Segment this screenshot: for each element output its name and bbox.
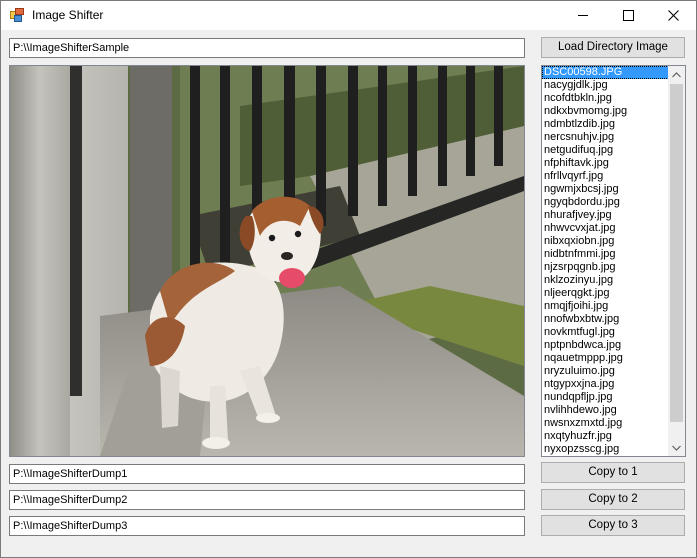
file-list-item[interactable]: ntgypxxjna.jpg	[542, 378, 669, 391]
file-list-item[interactable]: nhwvcvxjat.jpg	[542, 222, 669, 235]
file-list-item[interactable]: novkmtfugl.jpg	[542, 326, 669, 339]
minimize-icon	[578, 15, 588, 16]
app-icon	[10, 8, 24, 22]
file-list-item[interactable]: nnofwbxbtw.jpg	[542, 313, 669, 326]
close-button[interactable]	[651, 1, 696, 30]
file-list: DSC00598.JPG nacygjdlk.jpg ncofdtbkln.jpg n…	[542, 66, 669, 456]
file-list-item[interactable]: nvlihhdewo.jpg	[542, 404, 669, 417]
file-list-item[interactable]: nfrllvqyrf.jpg	[542, 170, 669, 183]
file-list-item[interactable]: nklzozinyu.jpg	[542, 274, 669, 287]
file-listbox[interactable]: DSC00598.JPG nacygjdlk.jpg ncofdtbkln.jpg n…	[541, 65, 686, 457]
file-list-item[interactable]: nljeerqgkt.jpg	[542, 287, 669, 300]
scrollbar-thumb[interactable]	[670, 84, 683, 422]
vertical-scrollbar[interactable]	[668, 66, 685, 456]
file-list-item[interactable]: nfphiftavk.jpg	[542, 157, 669, 170]
scroll-down-button[interactable]	[668, 439, 685, 456]
copy-to-1-button[interactable]: Copy to 1	[541, 462, 685, 483]
file-list-item[interactable]: nercsnuhjv.jpg	[542, 131, 669, 144]
maximize-icon	[623, 10, 634, 21]
file-list-item[interactable]: nibxqxiobn.jpg	[542, 235, 669, 248]
image-preview	[9, 65, 525, 457]
app-window: Image Shifter P:\\ImageShifterSample Loa…	[0, 0, 697, 558]
window-title: Image Shifter	[32, 8, 104, 22]
maximize-button[interactable]	[606, 1, 651, 30]
copy-to-2-button[interactable]: Copy to 2	[541, 489, 685, 510]
file-list-item[interactable]: njzsrpqgnb.jpg	[542, 261, 669, 274]
file-list-item[interactable]: nidbtnfmmi.jpg	[542, 248, 669, 261]
file-list-item[interactable]: nxqtyhuzfr.jpg	[542, 430, 669, 443]
file-list-item[interactable]: ngwmjxbcsj.jpg	[542, 183, 669, 196]
copy-to-3-button[interactable]: Copy to 3	[541, 515, 685, 536]
destination-path-field-1[interactable]: P:\\ImageShifterDump1	[9, 464, 525, 484]
chevron-up-icon	[672, 71, 681, 77]
load-directory-image-button[interactable]: Load Directory Image	[541, 37, 685, 58]
minimize-button[interactable]	[561, 1, 606, 30]
file-list-item[interactable]: nryzuluimo.jpg	[542, 365, 669, 378]
file-list-item[interactable]: nacygjdlk.jpg	[542, 79, 669, 92]
file-list-item[interactable]: netgudifuq.jpg	[542, 144, 669, 157]
chevron-down-icon	[672, 445, 681, 451]
file-list-item[interactable]: nundqpfljp.jpg	[542, 391, 669, 404]
file-list-item[interactable]: nqauetmppp.jpg	[542, 352, 669, 365]
file-list-item[interactable]: ngyqbdordu.jpg	[542, 196, 669, 209]
file-list-item[interactable]: nhurafjvey.jpg	[542, 209, 669, 222]
file-list-item[interactable]: nwsnxzmxtd.jpg	[542, 417, 669, 430]
file-list-item[interactable]: nmqjfjoihi.jpg	[542, 300, 669, 313]
title-bar[interactable]: Image Shifter	[1, 1, 696, 30]
file-list-item[interactable]: DSC00598.JPG	[542, 66, 669, 79]
scroll-up-button[interactable]	[668, 66, 685, 83]
file-list-item[interactable]: ndmbtlzdib.jpg	[542, 118, 669, 131]
file-list-item[interactable]: nyxopzssсg.jpg	[542, 443, 669, 456]
file-list-item[interactable]: ncofdtbkln.jpg	[542, 92, 669, 105]
source-path-field[interactable]: P:\\ImageShifterSample	[9, 38, 525, 58]
close-icon	[668, 10, 679, 21]
file-list-item[interactable]: nptpnbdwca.jpg	[542, 339, 669, 352]
file-list-item[interactable]: ndkxbvmomg.jpg	[542, 105, 669, 118]
destination-path-field-2[interactable]: P:\\ImageShifterDump2	[9, 490, 525, 510]
dog-photo	[10, 66, 524, 456]
destination-path-field-3[interactable]: P:\\ImageShifterDump3	[9, 516, 525, 536]
